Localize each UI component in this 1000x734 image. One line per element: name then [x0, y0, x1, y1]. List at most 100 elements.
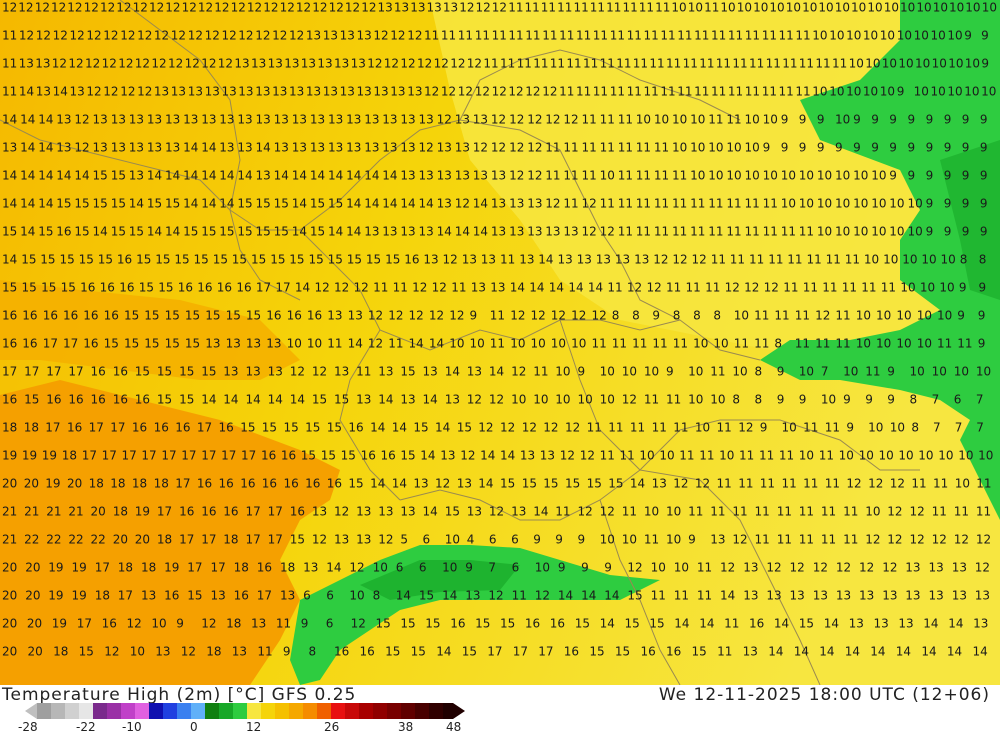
- temperature-value: 13: [558, 253, 573, 267]
- scale-label: -10: [122, 720, 142, 734]
- temperature-value: 15: [179, 365, 194, 379]
- temperature-value: 15: [144, 309, 159, 323]
- temperature-value: 13: [129, 169, 144, 183]
- scale-segment: [233, 703, 247, 719]
- temperature-value: 10: [782, 421, 797, 435]
- temperature-value: 12: [120, 85, 135, 99]
- temperature-value: 11: [636, 169, 651, 183]
- temperature-value: 12: [467, 393, 482, 407]
- temperature-value: 9: [962, 197, 970, 211]
- temperature-value: 15: [419, 589, 434, 603]
- temperature-value: 15: [232, 253, 247, 267]
- temperature-value: 6: [512, 561, 520, 575]
- temperature-value: 17: [63, 337, 78, 351]
- temperature-value: 13: [237, 113, 252, 127]
- temperature-value: 11: [760, 477, 775, 491]
- temperature-value: 14: [328, 225, 343, 239]
- temperature-value: 14: [538, 253, 553, 267]
- temperature-value: 11: [694, 29, 709, 43]
- temperature-value: 16: [83, 337, 98, 351]
- temperature-value: 22: [91, 533, 106, 547]
- temperature-value: 11: [576, 85, 591, 99]
- temperature-value: 12: [368, 337, 383, 351]
- temperature-value: 15: [158, 281, 173, 295]
- temperature-value: 14: [370, 421, 385, 435]
- scale-label: 12: [246, 720, 262, 734]
- temperature-value: 16: [348, 421, 363, 435]
- temperature-value: 12: [592, 309, 607, 323]
- temperature-value: 12: [181, 645, 196, 659]
- temperature-value: 14: [183, 169, 198, 183]
- temperature-value: 8: [632, 309, 640, 323]
- temperature-value: 12: [137, 29, 152, 43]
- temperature-value: 13: [634, 253, 649, 267]
- temperature-value: 13: [400, 141, 415, 155]
- temperature-value: 11: [749, 253, 764, 267]
- temperature-value: 11: [490, 309, 505, 323]
- temperature-value: 17: [187, 561, 202, 575]
- temperature-value: 10: [799, 197, 814, 211]
- temperature-value: 10: [130, 645, 145, 659]
- temperature-value: 13: [423, 365, 438, 379]
- temperature-value: 11: [954, 505, 969, 519]
- temperature-value: 19: [42, 449, 57, 463]
- temperature-value: 9: [555, 533, 563, 547]
- temperature-value: 11: [424, 29, 439, 43]
- temperature-value: 12: [890, 477, 905, 491]
- temperature-value: 20: [2, 617, 17, 631]
- temperature-value: 9: [978, 337, 986, 351]
- temperature-value: 14: [74, 169, 89, 183]
- temperature-value: 12: [600, 225, 615, 239]
- temperature-value: 14: [392, 421, 407, 435]
- temperature-value: 13: [836, 589, 851, 603]
- temperature-value: 18: [89, 477, 104, 491]
- temperature-value: 9: [962, 113, 970, 127]
- temperature-value: 13: [491, 225, 506, 239]
- temperature-value: 10: [781, 197, 796, 211]
- scale-segment: [443, 703, 453, 719]
- temperature-value: 11: [563, 141, 578, 155]
- temperature-value: 14: [20, 197, 35, 211]
- temperature-value: 12: [458, 85, 473, 99]
- temperature-value: 10: [349, 589, 364, 603]
- temperature-value: 12: [491, 141, 506, 155]
- temperature-value: 16: [223, 505, 238, 519]
- temperature-value: 20: [25, 561, 40, 575]
- scale-segment: [275, 703, 289, 719]
- temperature-value: 10: [737, 1, 752, 15]
- temperature-value: 7: [976, 393, 984, 407]
- temperature-value: 6: [396, 561, 404, 575]
- temperature-value: 12: [198, 1, 213, 15]
- temperature-value: 12: [450, 57, 465, 71]
- temperature-value: 12: [51, 1, 66, 15]
- temperature-value: 11: [483, 57, 498, 71]
- temperature-value: 11: [636, 141, 651, 155]
- temperature-value: 16: [219, 477, 234, 491]
- temperature-value: 16: [262, 477, 277, 491]
- scale-left-arrow: [25, 703, 37, 719]
- temperature-value: 8: [911, 421, 919, 435]
- temperature-value: 14: [364, 197, 379, 211]
- temperature-value: 12: [527, 141, 542, 155]
- temperature-value: 21: [2, 533, 17, 547]
- temperature-value: 20: [91, 505, 106, 519]
- temperature-value: 13: [334, 365, 349, 379]
- temperature-value: 10: [889, 197, 904, 211]
- temperature-value: 21: [2, 505, 17, 519]
- temperature-value: 19: [48, 561, 63, 575]
- temperature-value: 13: [394, 1, 409, 15]
- temperature-value: 11: [803, 421, 818, 435]
- temperature-value: 12: [349, 561, 364, 575]
- temperature-value: 12: [672, 253, 687, 267]
- temperature-value: 11: [911, 477, 926, 491]
- temperature-value: 11: [512, 589, 527, 603]
- temperature-value: 10: [688, 393, 703, 407]
- temperature-value: 6: [303, 589, 311, 603]
- temperature-value: 9: [957, 309, 965, 323]
- temperature-value: 13: [455, 141, 470, 155]
- temperature-value: 14: [56, 169, 71, 183]
- temperature-value: 11: [373, 281, 388, 295]
- temperature-value: 13: [255, 85, 270, 99]
- temperature-value: 13: [373, 85, 388, 99]
- temperature-value: 11: [633, 57, 648, 71]
